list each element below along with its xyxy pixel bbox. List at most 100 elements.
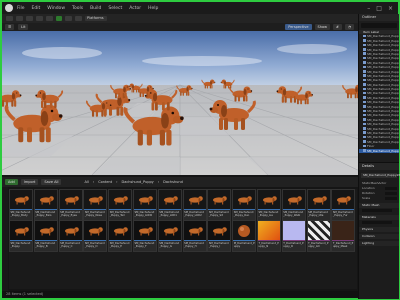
menu-file[interactable]: File bbox=[17, 6, 25, 11]
scale-label: Scale bbox=[362, 196, 371, 200]
outliner-title: Outliner bbox=[359, 14, 399, 21]
asset-thumbnail bbox=[84, 221, 107, 240]
add-button[interactable]: Add bbox=[5, 179, 18, 185]
asset-tile[interactable]: SM_Dachshund_Puppy_Eyes bbox=[58, 189, 83, 221]
collision-section[interactable]: Collision bbox=[359, 234, 399, 239]
static-mesh-icon bbox=[363, 91, 366, 95]
minimize-icon[interactable]: – bbox=[367, 5, 370, 12]
camera-speed-icon[interactable]: ◔ bbox=[344, 24, 354, 30]
asset-tile[interactable]: SM_Dachshund_Puppy_Run bbox=[232, 189, 257, 221]
save-icon[interactable] bbox=[6, 16, 13, 21]
breadcrumb-item[interactable]: Content bbox=[98, 180, 112, 184]
actor-name-field[interactable]: SM_Dachshund_Puppy26 bbox=[361, 173, 400, 178]
asset-tile[interactable]: SM_Dachshund_Puppy_LOD1 bbox=[157, 189, 182, 221]
platforms-button[interactable]: Platforms bbox=[85, 16, 107, 21]
add-actor-icon[interactable] bbox=[26, 16, 33, 21]
asset-tile[interactable]: SM_Dachshund_Puppy_E bbox=[108, 220, 133, 252]
asset-tile[interactable]: SM_Dachshund_Puppy_Fur bbox=[331, 189, 356, 221]
asset-tile[interactable]: T_Dachshund_Puppy_AO bbox=[306, 220, 331, 252]
asset-tile[interactable]: SM_Dachshund_Puppy_Tail bbox=[108, 189, 133, 221]
scale-row[interactable]: Scale bbox=[359, 196, 399, 201]
outliner-search-input[interactable] bbox=[361, 23, 397, 28]
lit-mode-button[interactable]: Lit bbox=[18, 24, 29, 30]
scale-value[interactable] bbox=[385, 196, 397, 201]
asset-tile[interactable]: SM_Dachshund_Puppy_B bbox=[33, 220, 58, 252]
breadcrumb-item[interactable]: All bbox=[84, 180, 88, 184]
close-icon[interactable]: × bbox=[388, 5, 393, 12]
outliner-row-label: SM_Dachshund_Puppy26 bbox=[367, 148, 399, 153]
menu-actor[interactable]: Actor bbox=[129, 6, 141, 11]
menu-bar: File Edit Window Tools Build Select Acto… bbox=[2, 2, 398, 14]
play-icon[interactable] bbox=[56, 16, 62, 21]
save-all-button[interactable]: Save All bbox=[41, 179, 62, 185]
asset-tile[interactable]: T_Dachshund_Puppy_N bbox=[257, 220, 281, 252]
menu-select[interactable]: Select bbox=[108, 6, 122, 11]
cinematics-icon[interactable] bbox=[46, 16, 53, 21]
asset-tile[interactable]: SM_Dachshund_Puppy_Walk bbox=[281, 189, 306, 221]
lighting-section[interactable]: Lighting bbox=[359, 241, 399, 246]
asset-tile[interactable]: SM_Dachshund_Puppy_Sit bbox=[207, 189, 232, 221]
import-button[interactable]: Import bbox=[20, 179, 39, 185]
menu-window[interactable]: Window bbox=[47, 6, 65, 11]
asset-tile[interactable]: SM_Dachshund_Puppy_LOD2 bbox=[182, 189, 207, 221]
breadcrumb-item[interactable]: Dachshund bbox=[163, 180, 183, 184]
perspective-button[interactable]: Perspective bbox=[285, 24, 312, 30]
static-mesh-icon bbox=[363, 135, 366, 139]
asset-tile[interactable]: SM_Dachshund_Puppy_I bbox=[207, 220, 232, 252]
level-viewport[interactable] bbox=[2, 31, 358, 175]
outliner-row[interactable]: SM_Dachshund_Puppy26 bbox=[359, 148, 399, 153]
asset-tile[interactable]: SM_Dachshund_Puppy_C bbox=[58, 220, 83, 252]
asset-tile[interactable]: SM_Dachshund_Puppy_LOD0 bbox=[133, 189, 157, 221]
grid-snap-icon[interactable]: # bbox=[333, 24, 342, 30]
asset-tile[interactable]: SM_Dachshund_Puppy_F bbox=[133, 220, 157, 252]
static-mesh-value[interactable] bbox=[362, 208, 392, 213]
material-value[interactable] bbox=[362, 220, 392, 225]
location-value[interactable] bbox=[385, 186, 397, 191]
asset-label: T_Dachshund_Puppy_N bbox=[258, 241, 279, 248]
breadcrumb-item[interactable]: Dachshund_Puppy bbox=[122, 180, 154, 184]
asset-tile[interactable]: T_Dachshund_Puppy_R bbox=[281, 220, 306, 252]
pause-icon[interactable] bbox=[65, 16, 72, 21]
asset-tile[interactable]: M_Dachshund_Puppy bbox=[232, 220, 257, 252]
asset-tile[interactable]: SM_Dachshund_Puppy_Ears bbox=[33, 189, 58, 221]
maximize-icon[interactable]: □ bbox=[376, 5, 382, 12]
physics-section[interactable]: Physics bbox=[359, 227, 399, 232]
asset-tile[interactable]: SM_Dachshund_Puppy bbox=[9, 220, 33, 252]
asset-tile[interactable]: SM_Dachshund_Puppy_Body bbox=[9, 189, 33, 221]
static-mesh-icon bbox=[363, 149, 366, 152]
outliner-row-label: SM_Dachshund_Puppy19 bbox=[367, 113, 399, 118]
asset-tile[interactable]: SM_Dachshund_Puppy_G bbox=[157, 220, 182, 252]
rotation-value[interactable] bbox=[385, 191, 397, 196]
static-mesh-icon bbox=[363, 100, 366, 104]
asset-tile[interactable]: T_Dachshund_Puppy_Mask bbox=[331, 220, 356, 252]
static-mesh-icon bbox=[363, 122, 366, 126]
outliner-row-label: SM_Dachshund_Puppy4 bbox=[367, 47, 399, 52]
asset-tile[interactable]: SM_Dachshund_Puppy_Idle bbox=[306, 189, 331, 221]
mode-select-icon[interactable] bbox=[16, 16, 23, 21]
sources-panel-toggle[interactable] bbox=[2, 187, 8, 298]
menu-help[interactable]: Help bbox=[148, 6, 158, 11]
static-mesh-icon bbox=[363, 78, 366, 82]
stop-icon[interactable] bbox=[75, 16, 82, 21]
asset-tile[interactable]: SM_Dachshund_Puppy_Nose bbox=[83, 189, 108, 221]
asset-thumbnail bbox=[307, 221, 330, 240]
viewport-menu-button[interactable]: ☰ bbox=[5, 24, 15, 30]
blueprint-icon[interactable] bbox=[36, 16, 43, 21]
asset-thumbnail bbox=[332, 221, 355, 240]
static-mesh-icon bbox=[363, 144, 366, 148]
outliner-row-label: SM_Dachshund_Puppy2 bbox=[367, 38, 399, 43]
show-button[interactable]: Show bbox=[314, 24, 330, 30]
asset-label: SM_Dachshund_Puppy_Body bbox=[10, 210, 31, 217]
asset-tile[interactable]: SM_Dachshund_Puppy_Lie bbox=[257, 189, 281, 221]
asset-label: SM_Dachshund_Puppy_I bbox=[208, 241, 229, 248]
material-row[interactable] bbox=[359, 220, 399, 225]
asset-tile[interactable]: SM_Dachshund_Puppy_H bbox=[182, 220, 207, 252]
menu-tools[interactable]: Tools bbox=[72, 6, 83, 11]
asset-thumbnail bbox=[183, 190, 206, 209]
menu-build[interactable]: Build bbox=[90, 6, 101, 11]
menu-edit[interactable]: Edit bbox=[32, 6, 41, 11]
static-mesh-row[interactable] bbox=[359, 208, 399, 213]
asset-thumbnail bbox=[109, 221, 132, 240]
asset-tile[interactable]: SM_Dachshund_Puppy_D bbox=[83, 220, 108, 252]
outliner-row-label: SM_Dachshund_Puppy24 bbox=[367, 135, 399, 140]
